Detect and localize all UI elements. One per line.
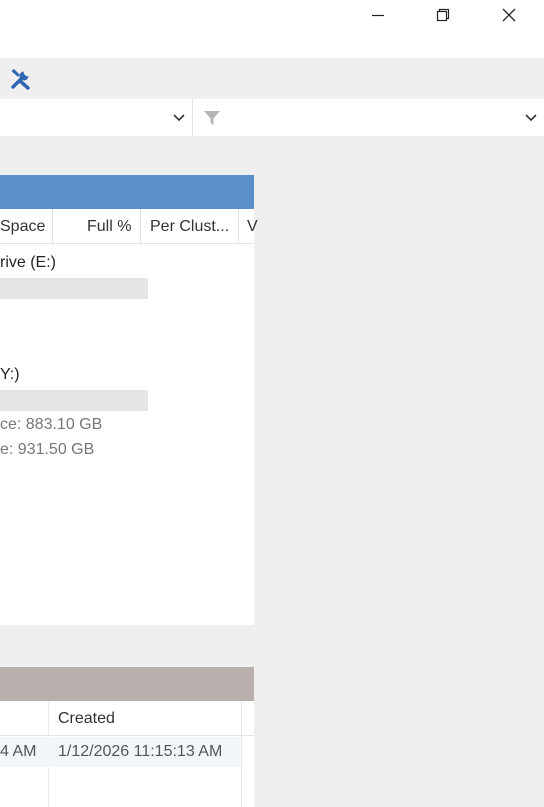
restore-button[interactable] xyxy=(419,0,467,30)
column-v[interactable]: V xyxy=(247,209,258,244)
drive-total-size: e: 931.50 GB xyxy=(0,441,95,458)
drive-name[interactable]: Y:) xyxy=(0,366,20,384)
title-bar xyxy=(0,0,544,58)
files-panel: Created 4 AM 1/12/2026 11:15:13 AM xyxy=(0,667,254,807)
drives-column-header: Space Full % Per Clust... V xyxy=(0,209,258,244)
table-row[interactable]: 4 AM 1/12/2026 11:15:13 AM xyxy=(0,737,241,767)
drives-panel: Space Full % Per Clust... V rive (E:) Y:… xyxy=(0,175,258,625)
funnel-icon[interactable] xyxy=(203,109,221,127)
drive-usage-bar xyxy=(0,278,148,299)
close-button[interactable] xyxy=(485,0,533,30)
restore-icon xyxy=(436,8,450,22)
filter-chevron-down-icon[interactable] xyxy=(524,111,538,125)
filter-bar xyxy=(0,99,544,136)
column-separator[interactable] xyxy=(238,209,239,244)
files-header-bar xyxy=(0,667,254,701)
column-free-space[interactable]: Space xyxy=(0,209,45,244)
column-created[interactable]: Created xyxy=(58,701,115,736)
tools-button[interactable] xyxy=(8,67,34,91)
drive-free-space: ce: 883.10 GB xyxy=(0,416,103,433)
files-column-header: Created xyxy=(0,701,254,736)
close-icon xyxy=(502,8,516,22)
chevron-down-icon[interactable] xyxy=(172,111,186,125)
drives-header-bar xyxy=(0,175,254,209)
column-separator[interactable] xyxy=(52,209,53,244)
cell-modified: 4 AM xyxy=(0,743,37,760)
drive-name[interactable]: rive (E:) xyxy=(0,254,56,272)
cell-created: 1/12/2026 11:15:13 AM xyxy=(58,743,223,760)
column-full-percent[interactable]: Full % xyxy=(87,209,131,244)
minimize-button[interactable] xyxy=(354,0,402,30)
tools-icon xyxy=(11,69,30,90)
minimize-icon xyxy=(372,14,384,17)
location-combobox[interactable] xyxy=(0,99,193,136)
toolbar xyxy=(0,58,544,99)
drive-usage-bar xyxy=(0,390,148,411)
column-separator[interactable] xyxy=(241,701,242,807)
column-per-cluster[interactable]: Per Clust... xyxy=(150,209,229,244)
column-separator[interactable] xyxy=(140,209,141,244)
